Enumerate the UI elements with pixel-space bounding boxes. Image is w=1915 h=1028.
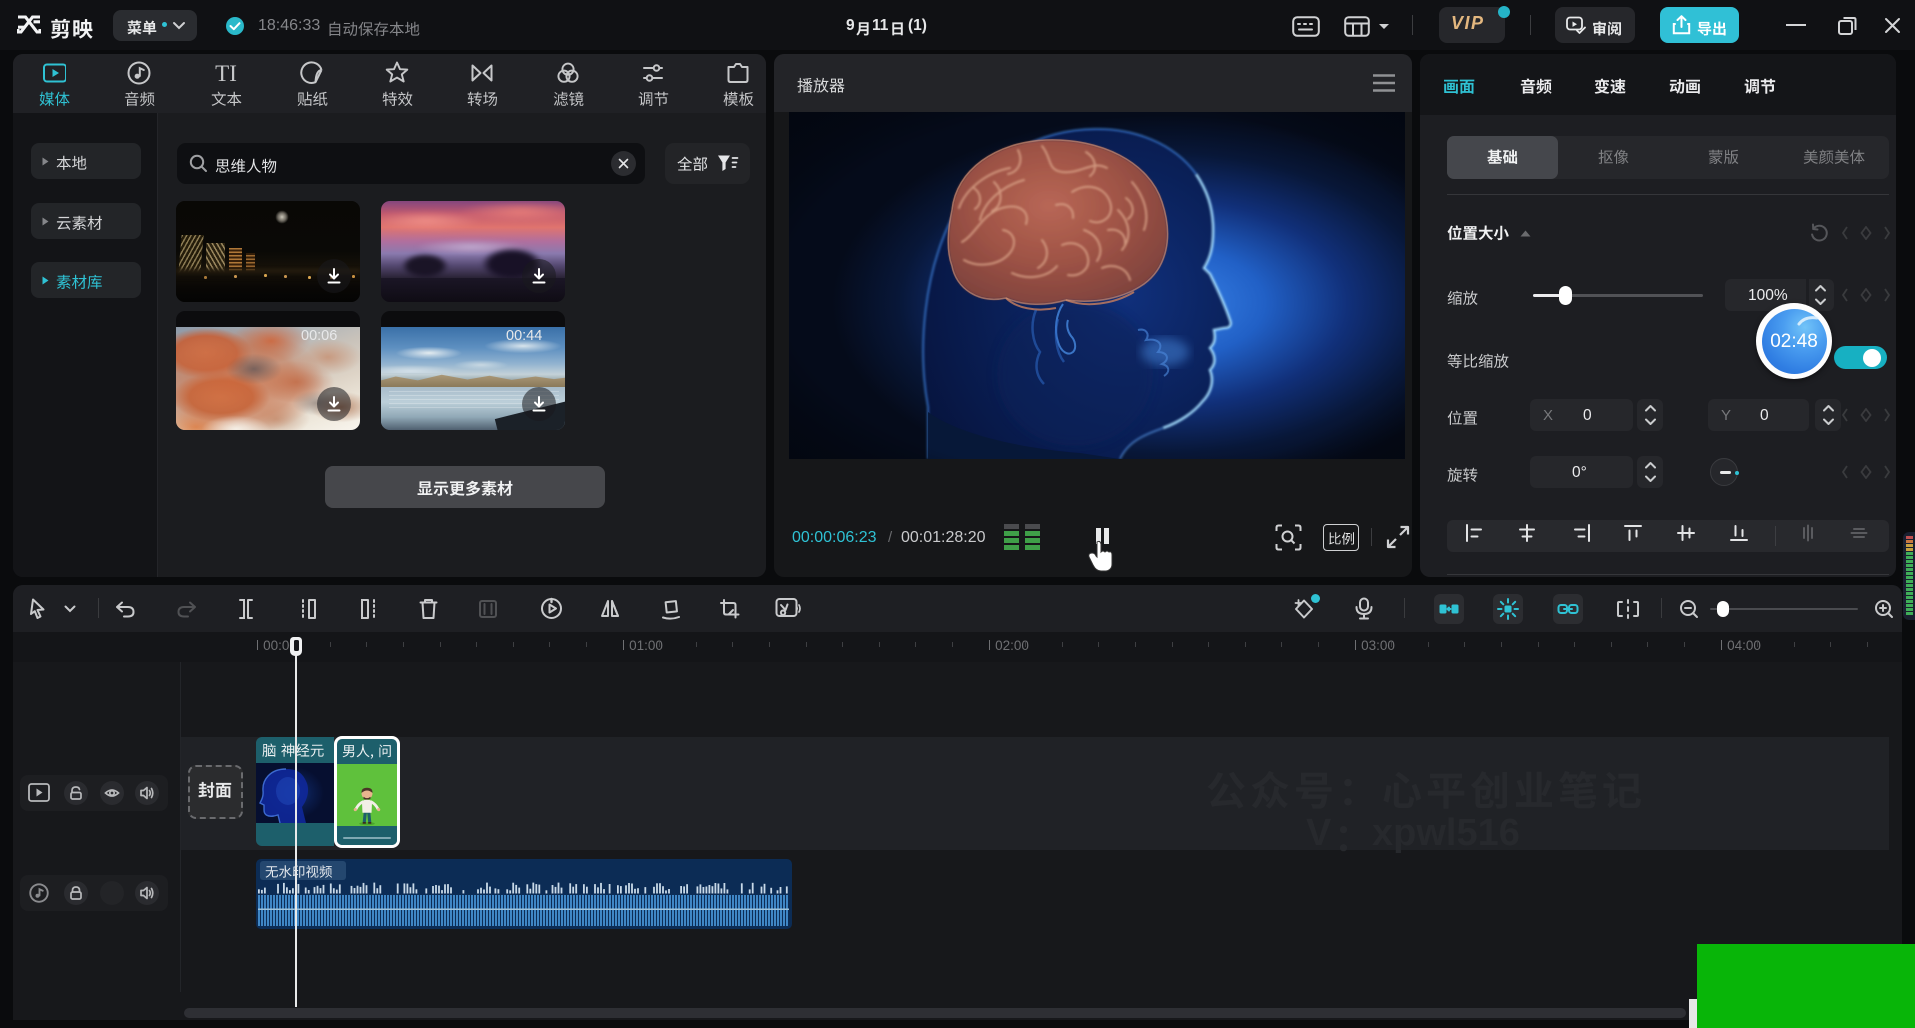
svg-text:TI: TI [215,61,237,85]
